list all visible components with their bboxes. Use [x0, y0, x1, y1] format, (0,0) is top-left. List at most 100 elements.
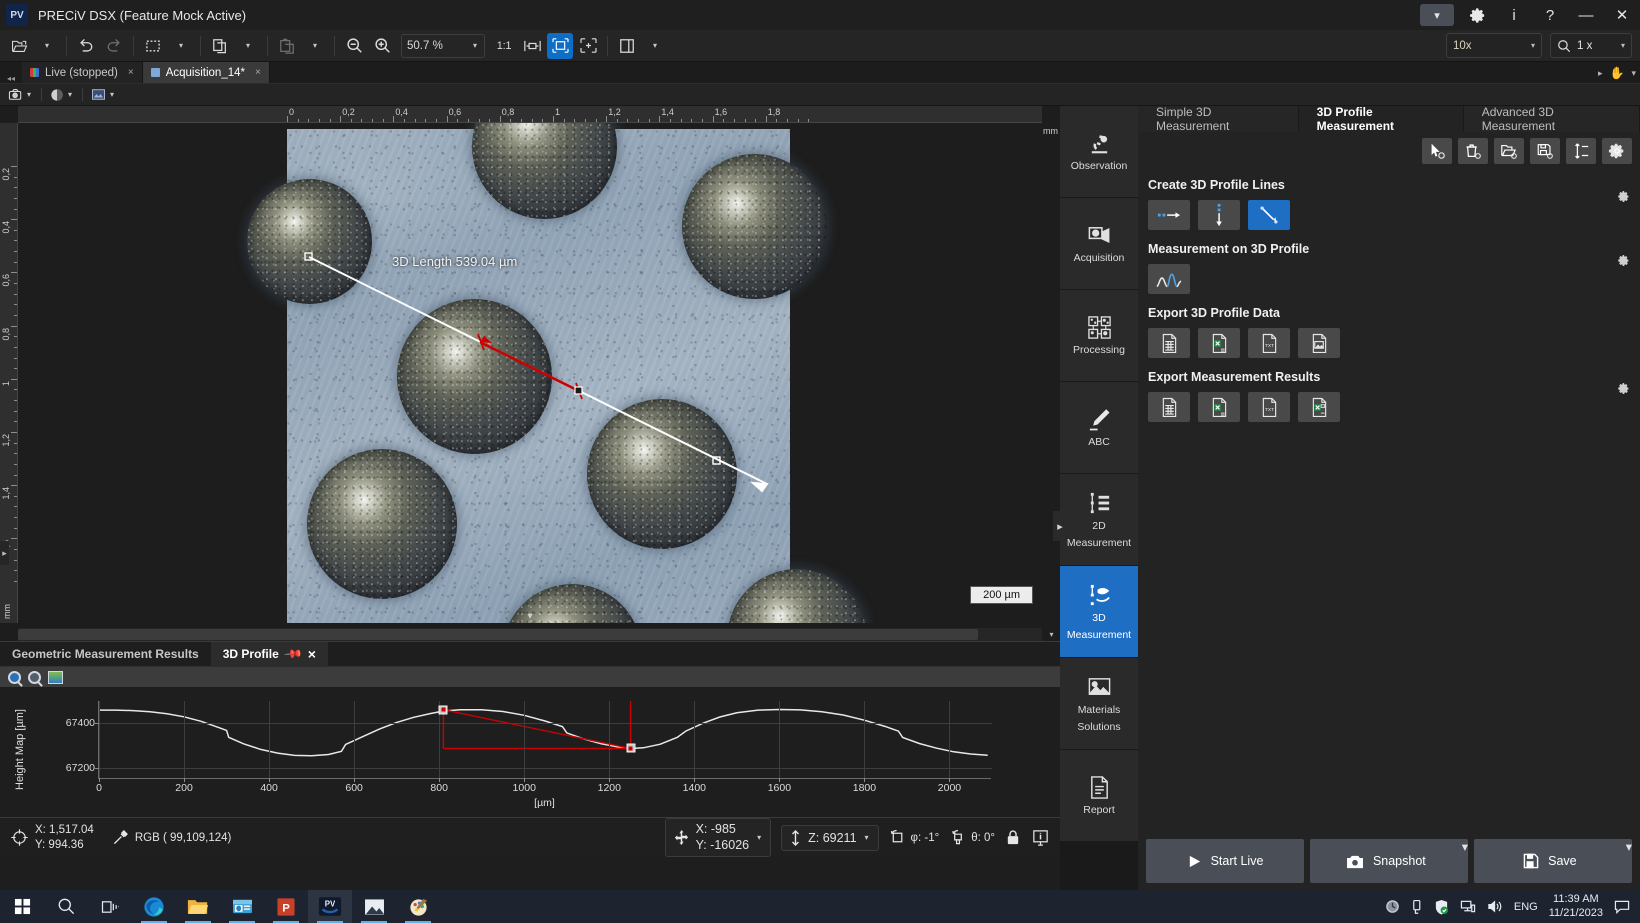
notification-icon[interactable] — [1614, 899, 1630, 914]
digital-zoom-combobox[interactable]: 1 x ▾ — [1550, 33, 1632, 58]
export-excel-icon[interactable] — [1198, 392, 1240, 422]
micrograph-image[interactable]: 3D Length 539.04 µm — [287, 129, 790, 623]
vertical-line-icon[interactable] — [1198, 200, 1240, 230]
defender-icon[interactable] — [1434, 899, 1449, 915]
network-icon[interactable] — [1460, 899, 1476, 914]
chevron-down-icon[interactable]: ▾ — [1044, 628, 1059, 641]
annotation-hypotenuse[interactable] — [443, 710, 630, 749]
profile-chart-plot[interactable]: 0200400600800100012001400160018002000672… — [98, 701, 991, 779]
volume-icon[interactable] — [1487, 899, 1503, 914]
height-step-icon[interactable] — [1566, 138, 1596, 164]
pin-icon[interactable]: 📌 — [283, 644, 303, 664]
pan-hand-icon[interactable]: ✋ — [1610, 66, 1625, 80]
close-icon[interactable]: × — [255, 67, 261, 78]
tab-3d-profile-measurement[interactable]: 3D Profile Measurement — [1299, 106, 1464, 132]
tab-simple-3d-measurement[interactable]: Simple 3D Measurement — [1138, 106, 1299, 132]
usb-icon[interactable] — [1411, 899, 1423, 915]
info-icon[interactable]: i — [1496, 0, 1532, 30]
onedrive-icon[interactable] — [1385, 899, 1400, 914]
close-icon[interactable]: × — [308, 646, 316, 662]
fit-width-icon[interactable] — [519, 33, 545, 59]
powerpoint-icon[interactable]: P — [264, 890, 308, 923]
gear-icon[interactable] — [1617, 382, 1630, 395]
save-profile-icon[interactable] — [1530, 138, 1560, 164]
chevron-down-icon[interactable]: ▾ — [527, 611, 532, 622]
language-indicator[interactable]: ENG — [1514, 901, 1538, 913]
photos-icon[interactable] — [352, 890, 396, 923]
objective-combobox[interactable]: 10x ▾ — [1446, 33, 1542, 58]
outlook-icon[interactable] — [220, 890, 264, 923]
fit-selection-icon[interactable] — [575, 33, 601, 59]
rail-item-2d-measurement[interactable]: 2D Measurement — [1060, 474, 1138, 566]
scrollbar-thumb[interactable] — [18, 629, 978, 640]
zoom-in-icon[interactable] — [369, 33, 395, 59]
left-panel-expander[interactable]: ▸ — [0, 541, 9, 565]
rail-expander[interactable]: ▸ — [1053, 511, 1067, 541]
save-button[interactable]: Save ▾ — [1474, 839, 1632, 883]
select-profile-icon[interactable] — [1422, 138, 1452, 164]
minimize-button[interactable]: — — [1568, 0, 1604, 30]
layout-dropdown[interactable]: ▾ — [642, 33, 668, 59]
tab-scroll-right[interactable]: ▸ — [1598, 68, 1603, 79]
rail-item-acquisition[interactable]: Acquisition — [1060, 198, 1138, 290]
help-icon[interactable]: ? — [1532, 0, 1568, 30]
open-folder-icon[interactable] — [6, 33, 32, 59]
select-dropdown[interactable]: ▾ — [168, 33, 194, 59]
zoom-out-icon[interactable] — [341, 33, 367, 59]
save-dropdown[interactable]: ▾ — [1626, 839, 1632, 883]
marquee-select-icon[interactable] — [140, 33, 166, 59]
zoom-out-icon[interactable] — [28, 671, 41, 684]
gear-icon[interactable] — [1617, 190, 1630, 203]
image-adjust-icon[interactable]: ▾ — [89, 88, 118, 101]
export-excel-icon[interactable] — [1198, 328, 1240, 358]
export-table-icon[interactable] — [1148, 392, 1190, 422]
start-live-button[interactable]: Start Live — [1146, 839, 1304, 883]
gear-icon[interactable] — [1460, 0, 1496, 30]
paint-icon[interactable] — [396, 890, 440, 923]
paste-icon[interactable] — [274, 33, 300, 59]
task-view-icon[interactable] — [88, 890, 132, 923]
chevron-down-icon[interactable]: ▾ — [755, 833, 763, 842]
zoom-level-combobox[interactable]: 50.7 % ▾ — [401, 34, 485, 58]
stage-position-box[interactable]: X: -985 Y: -16026 ▾ — [665, 818, 772, 857]
export-txt-icon[interactable]: TXT — [1248, 392, 1290, 422]
rail-item-3d-measurement[interactable]: 3D Measurement — [1060, 566, 1138, 658]
redo-icon[interactable] — [101, 33, 127, 59]
clock[interactable]: 11:39 AM 11/21/2023 — [1549, 893, 1603, 921]
lock-icon[interactable] — [1005, 829, 1021, 846]
chevron-down-icon[interactable]: ▾ — [1631, 68, 1636, 79]
chevron-down-icon[interactable]: ▾ — [1420, 4, 1454, 26]
open-profile-icon[interactable] — [1494, 138, 1524, 164]
close-icon[interactable]: × — [128, 67, 134, 78]
close-button[interactable]: ✕ — [1604, 0, 1640, 30]
rail-item-observation[interactable]: Observation — [1060, 106, 1138, 198]
export-excel-alt-icon[interactable] — [1298, 392, 1340, 422]
chevron-down-icon[interactable]: ▾ — [863, 833, 871, 842]
export-table-icon[interactable] — [1148, 328, 1190, 358]
open-folder-dropdown[interactable]: ▾ — [34, 33, 60, 59]
rail-item-annotations[interactable]: ABC — [1060, 382, 1138, 474]
search-icon[interactable] — [44, 890, 88, 923]
save-image-icon[interactable] — [48, 671, 63, 684]
export-image-icon[interactable] — [1298, 328, 1340, 358]
rail-item-materials-solutions[interactable]: Materials Solutions — [1060, 658, 1138, 750]
color-balance-icon[interactable]: ▾ — [48, 88, 76, 102]
delete-profile-icon[interactable] — [1458, 138, 1488, 164]
dock-tab-geometric-results[interactable]: Geometric Measurement Results — [0, 642, 211, 667]
export-txt-icon[interactable]: TXT — [1248, 328, 1290, 358]
explorer-icon[interactable] — [176, 890, 220, 923]
snapshot-button[interactable]: Snapshot ▾ — [1310, 839, 1468, 883]
zoom-in-icon[interactable] — [8, 671, 21, 684]
doc-tab-live[interactable]: Live (stopped) × — [22, 62, 143, 83]
rail-item-report[interactable]: Report — [1060, 750, 1138, 842]
horizontal-scrollbar[interactable] — [18, 628, 1042, 641]
camera-settings-icon[interactable]: ▾ — [6, 88, 35, 101]
zoom-1to1-button[interactable]: 1:1 — [491, 33, 517, 59]
undo-icon[interactable] — [73, 33, 99, 59]
layout-icon[interactable] — [614, 33, 640, 59]
rail-item-processing[interactable]: Processing — [1060, 290, 1138, 382]
annotation-handle-b[interactable] — [626, 744, 635, 753]
free-line-icon[interactable] — [1248, 200, 1290, 230]
dock-tab-3d-profile[interactable]: 3D Profile 📌 × — [211, 642, 328, 667]
monitor-info-icon[interactable] — [1031, 829, 1050, 847]
